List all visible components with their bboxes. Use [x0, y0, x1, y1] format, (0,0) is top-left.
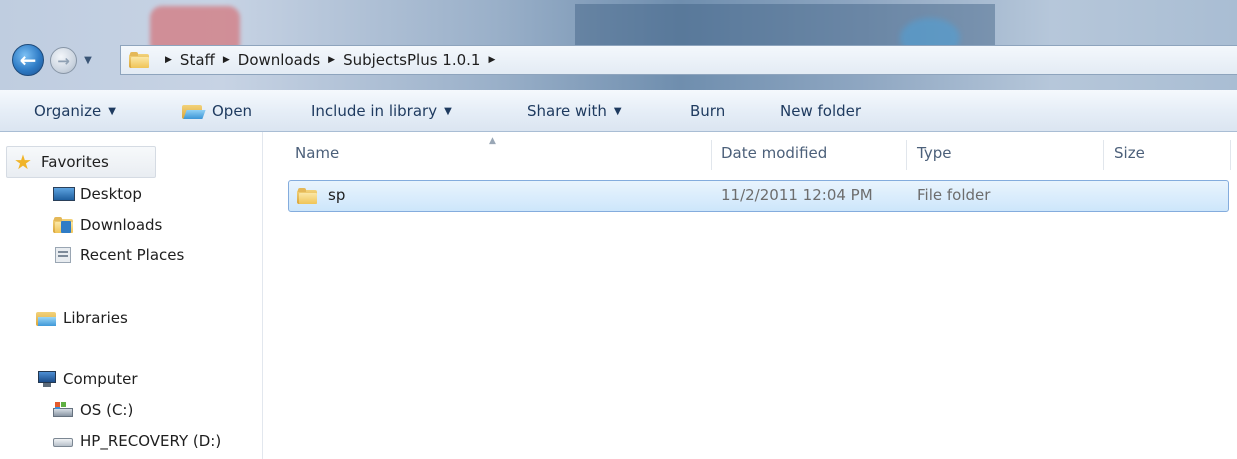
column-header-type[interactable]: Type — [917, 144, 951, 164]
new-folder-label: New folder — [780, 102, 862, 120]
nav-drive-d-label: HP_RECOVERY (D:) — [80, 432, 222, 450]
recent-pages-button[interactable]: ▼ — [81, 52, 95, 68]
breadcrumb-subjectsplus[interactable]: SubjectsPlus 1.0.1 — [343, 51, 480, 69]
nav-drive-c-label: OS (C:) — [80, 401, 134, 419]
nav-favorites[interactable]: ★ Favorites — [14, 150, 109, 174]
address-bar[interactable]: ▶ Staff ▶ Downloads ▶ SubjectsPlus 1.0.1… — [120, 45, 1237, 75]
column-divider[interactable] — [1230, 140, 1231, 170]
include-in-library-button[interactable]: Include in library ▼ — [311, 90, 452, 132]
desktop-icon — [53, 186, 75, 202]
open-folder-icon — [182, 103, 206, 119]
forward-arrow-icon: → — [57, 51, 70, 70]
share-with-label: Share with — [527, 102, 607, 120]
drive-icon — [53, 433, 73, 449]
dropdown-caret-icon: ▼ — [613, 105, 622, 117]
column-divider[interactable] — [711, 140, 712, 170]
sort-ascending-icon: ▲ — [489, 136, 496, 146]
new-folder-button[interactable]: New folder — [780, 90, 861, 132]
star-icon: ★ — [14, 150, 32, 174]
nav-desktop[interactable]: Desktop — [53, 185, 142, 203]
column-header-date-modified[interactable]: Date modified — [721, 144, 827, 164]
open-button[interactable]: Open — [182, 90, 252, 132]
nav-downloads[interactable]: Downloads — [53, 216, 162, 234]
nav-computer-label: Computer — [63, 370, 138, 388]
folder-icon — [297, 188, 317, 204]
file-type: File folder — [917, 186, 991, 204]
organize-button[interactable]: Organize ▼ — [34, 90, 116, 132]
downloads-folder-icon — [53, 217, 73, 233]
computer-icon — [36, 371, 56, 387]
nav-recent-places[interactable]: Recent Places — [53, 246, 184, 264]
windows-drive-icon — [53, 402, 73, 418]
back-button[interactable]: ← — [12, 44, 44, 76]
dropdown-caret-icon: ▼ — [108, 105, 116, 117]
breadcrumb-chevron-icon[interactable]: ▶ — [165, 55, 172, 65]
breadcrumb-staff[interactable]: Staff — [180, 51, 215, 69]
nav-drive-d[interactable]: HP_RECOVERY (D:) — [53, 432, 221, 450]
nav-desktop-label: Desktop — [80, 185, 142, 203]
navigation-pane: ★ Favorites Desktop Downloads Recent Pla… — [0, 132, 263, 459]
back-arrow-icon: ← — [19, 48, 37, 72]
nav-favorites-label: Favorites — [41, 153, 109, 171]
nav-downloads-label: Downloads — [80, 216, 163, 234]
breadcrumb-downloads[interactable]: Downloads — [238, 51, 320, 69]
breadcrumb-chevron-icon[interactable]: ▶ — [223, 55, 230, 65]
organize-label: Organize — [34, 102, 102, 120]
folder-icon — [129, 52, 149, 68]
file-date-modified: 11/2/2011 12:04 PM — [721, 186, 873, 204]
column-divider[interactable] — [1103, 140, 1104, 170]
burn-label: Burn — [690, 102, 726, 120]
column-header-size[interactable]: Size — [1114, 144, 1145, 164]
libraries-icon — [36, 310, 56, 326]
share-with-button[interactable]: Share with ▼ — [527, 90, 622, 132]
include-in-library-label: Include in library — [311, 102, 438, 120]
nav-libraries[interactable]: Libraries — [36, 309, 128, 327]
open-label: Open — [212, 102, 253, 120]
nav-libraries-label: Libraries — [63, 309, 128, 327]
column-divider[interactable] — [906, 140, 907, 170]
forward-button[interactable]: → — [50, 47, 77, 74]
command-bar: Organize ▼ Open Include in library ▼ Sha… — [0, 90, 1237, 132]
recent-pages-chevron-icon: ▼ — [84, 54, 92, 66]
window-titlebar: ← → ▼ ▶ Staff ▶ Downloads ▶ SubjectsPlus… — [0, 0, 1237, 90]
nav-computer[interactable]: Computer — [36, 370, 138, 388]
dropdown-caret-icon: ▼ — [444, 105, 452, 117]
file-name[interactable]: sp — [328, 186, 345, 204]
nav-recent-places-label: Recent Places — [80, 246, 185, 264]
column-header-name[interactable]: Name — [295, 144, 339, 164]
breadcrumb-chevron-icon[interactable]: ▶ — [488, 55, 495, 65]
burn-button[interactable]: Burn — [690, 90, 725, 132]
breadcrumb-chevron-icon[interactable]: ▶ — [328, 55, 335, 65]
nav-drive-c[interactable]: OS (C:) — [53, 401, 133, 419]
recent-places-icon — [53, 247, 73, 263]
